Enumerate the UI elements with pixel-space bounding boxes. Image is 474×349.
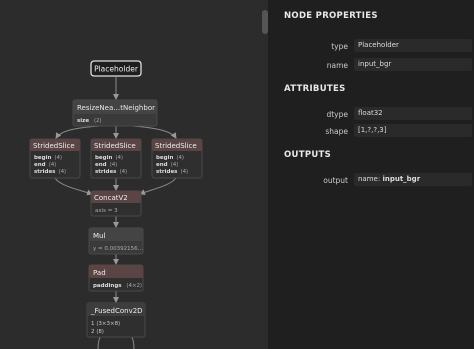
slice3-row2-val: ⟨4⟩ xyxy=(180,168,188,175)
dtype-value[interactable]: float32 xyxy=(354,107,472,120)
slice1-row2-val: ⟨4⟩ xyxy=(58,168,66,175)
node-pad[interactable]: Pad paddings ⟨4×2⟩ xyxy=(88,264,144,292)
svg-text:strides⟨4⟩: strides ⟨4⟩ xyxy=(95,168,127,175)
node-concat-title: ConcatV2 xyxy=(94,194,128,202)
node-resize-title: ResizeNea…tNeighbor xyxy=(77,104,155,112)
node-mul[interactable]: Mul y = 0.00392156… xyxy=(88,227,144,255)
node-strided-slice-1[interactable]: StridedSlice begin ⟨4⟩ end ⟨4⟩ strides ⟨4⟩ xyxy=(29,138,81,179)
node-strided-slice-2[interactable]: StridedSlice begin ⟨4⟩ end ⟨4⟩ strides ⟨4⟩ xyxy=(90,138,142,179)
name-label: name xyxy=(326,61,348,70)
node-concat-attr: axis = 3 xyxy=(95,208,118,214)
edge-resize-slice1 xyxy=(55,125,101,139)
graph-svg: Placeholder ResizeNea…tNeighbor size ⟨2⟩… xyxy=(29,60,203,349)
slice3-row1-val: ⟨4⟩ xyxy=(171,161,179,168)
slice1-row1-key: end xyxy=(34,162,46,168)
svg-text:begin⟨4⟩: begin ⟨4⟩ xyxy=(34,154,62,161)
node-conv-title: _FusedConv2D xyxy=(90,307,143,315)
slice2-row2-val: ⟨4⟩ xyxy=(119,168,127,175)
node-mul-title: Mul xyxy=(93,232,105,240)
properties-panel: NODE PROPERTIES type Placeholder name in… xyxy=(268,0,474,349)
outputs-heading: OUTPUTS xyxy=(284,150,332,160)
edge-conv-out1 xyxy=(97,336,101,349)
node-placeholder-title: Placeholder xyxy=(94,65,139,74)
node-resize[interactable]: ResizeNea…tNeighbor size ⟨2⟩ xyxy=(72,99,158,127)
svg-text:begin⟨4⟩: begin ⟨4⟩ xyxy=(95,154,123,161)
svg-text:end⟨4⟩: end ⟨4⟩ xyxy=(34,161,56,168)
node-properties-heading: NODE PROPERTIES xyxy=(284,11,378,21)
slice3-row2-key: strides xyxy=(156,169,178,175)
node-fused-conv2d[interactable]: _FusedConv2D 1 ⟨3×3×8⟩ 2 ⟨8⟩ xyxy=(86,302,146,338)
svg-text:end⟨4⟩: end ⟨4⟩ xyxy=(156,161,178,168)
svg-text:strides⟨4⟩: strides ⟨4⟩ xyxy=(156,168,188,175)
edge-resize-slice3 xyxy=(131,125,177,139)
dtype-label: dtype xyxy=(326,110,348,119)
svg-text:begin⟨4⟩: begin ⟨4⟩ xyxy=(156,154,184,161)
output-name-value: input_bgr xyxy=(382,175,421,183)
shape-value[interactable]: [1,?,?,3] xyxy=(354,124,472,137)
slice2-row1-val: ⟨4⟩ xyxy=(110,161,118,168)
edge-slice1-concat xyxy=(54,177,93,196)
node-pad-title: Pad xyxy=(93,269,106,277)
attributes-heading: ATTRIBUTES xyxy=(284,84,346,94)
output-value[interactable]: name: input_bgr xyxy=(354,173,472,186)
output-name-key: name: xyxy=(358,175,381,183)
node-pad-attr-val: ⟨4×2⟩ xyxy=(126,282,142,289)
slice3-row0-key: begin xyxy=(156,155,173,161)
type-label: type xyxy=(331,42,348,51)
node-placeholder[interactable]: Placeholder xyxy=(90,60,142,77)
slice2-row2-key: strides xyxy=(95,169,117,175)
node-slice2-title: StridedSlice xyxy=(94,142,136,150)
svg-text:strides⟨4⟩: strides ⟨4⟩ xyxy=(34,168,66,175)
node-slice1-title: StridedSlice xyxy=(33,142,75,150)
edge-slice3-concat xyxy=(139,177,177,195)
slice1-row2-key: strides xyxy=(34,169,56,175)
node-conv-row1: 1 ⟨3×3×8⟩ xyxy=(91,320,120,327)
node-pad-attr-key: paddings xyxy=(93,283,122,289)
name-value[interactable]: input_bgr xyxy=(354,58,472,71)
slice3-row0-val: ⟨4⟩ xyxy=(176,154,184,161)
slice2-row0-val: ⟨4⟩ xyxy=(115,154,123,161)
node-resize-attr-val: ⟨2⟩ xyxy=(94,117,102,124)
svg-text:end⟨4⟩: end ⟨4⟩ xyxy=(95,161,117,168)
slice2-row0-key: begin xyxy=(95,155,112,161)
slice3-row1-key: end xyxy=(156,162,168,168)
node-slice3-title: StridedSlice xyxy=(155,142,197,150)
node-resize-attr-key: size xyxy=(77,118,89,124)
slice1-row0-key: begin xyxy=(34,155,51,161)
graph-canvas[interactable]: Placeholder ResizeNea…tNeighbor size ⟨2⟩… xyxy=(0,0,268,349)
svg-text:size ⟨2⟩: size ⟨2⟩ xyxy=(77,117,102,124)
node-strided-slice-3[interactable]: StridedSlice begin ⟨4⟩ end ⟨4⟩ strides ⟨4⟩ xyxy=(151,138,203,179)
svg-text:paddings ⟨4×2⟩: paddings ⟨4×2⟩ xyxy=(93,282,142,289)
node-concat[interactable]: ConcatV2 axis = 3 xyxy=(90,190,142,217)
slice2-row1-key: end xyxy=(95,162,107,168)
type-value[interactable]: Placeholder xyxy=(354,39,472,52)
slice1-row0-val: ⟨4⟩ xyxy=(54,154,62,161)
node-mul-attr: y = 0.00392156… xyxy=(93,246,143,252)
edge-conv-out2 xyxy=(131,336,135,349)
shape-label: shape xyxy=(325,127,348,136)
node-conv-row2: 2 ⟨8⟩ xyxy=(91,328,104,335)
output-label: output xyxy=(323,176,348,185)
slice1-row1-val: ⟨4⟩ xyxy=(49,161,57,168)
